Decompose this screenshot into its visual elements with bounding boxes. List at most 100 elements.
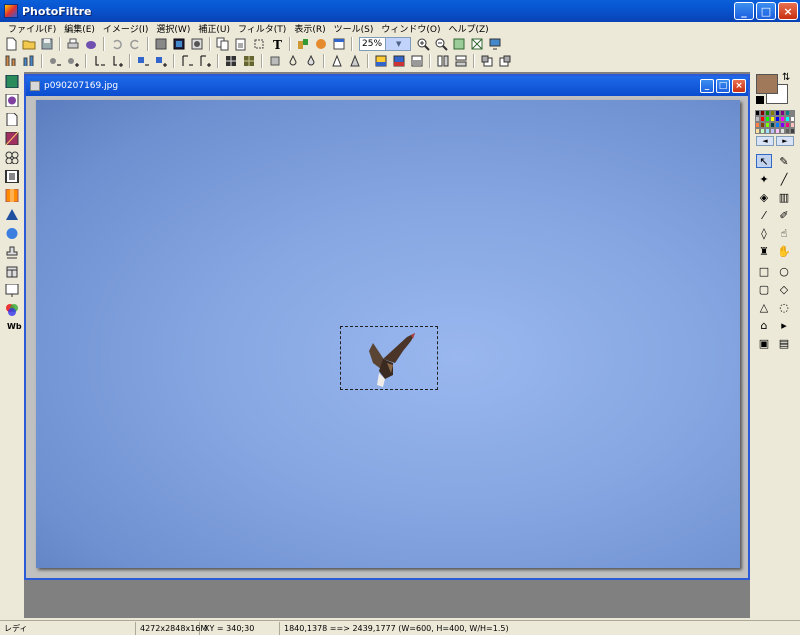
gamma-minus-icon[interactable] [180,54,194,68]
transparency-icon[interactable] [190,37,204,51]
sepia-picture-icon[interactable] [410,54,424,68]
document-titlebar[interactable]: p090207169.jpg _ □ × [26,76,748,96]
gamma-plus-icon[interactable] [198,54,212,68]
close-button[interactable]: × [778,2,798,20]
clone-stamp-icon[interactable]: ♜ [756,244,772,258]
zoom-out-icon[interactable] [434,37,448,51]
saturation-plus-icon[interactable] [154,54,168,68]
color-picker-icon[interactable]: ✎ [776,154,792,168]
photo-canvas[interactable] [36,100,740,568]
menu-filter[interactable]: フィルタ(T) [234,22,290,35]
scanner-icon[interactable] [84,37,98,51]
drop-filled-icon[interactable] [304,54,318,68]
zoom-in-icon[interactable] [416,37,430,51]
window-titlebar[interactable]: PhotoFiltre _ □ × [0,0,800,22]
fit-window-icon[interactable] [470,37,484,51]
maximize-button[interactable]: □ [756,2,776,20]
menu-selection[interactable]: 選択(W) [152,22,194,35]
color-wheel-icon[interactable] [5,303,19,316]
contrast-plus-icon[interactable] [110,54,124,68]
sharpen-more-icon[interactable] [348,54,362,68]
rounded-rectangle-icon[interactable]: ▢ [756,282,772,296]
default-colors-icon[interactable] [756,96,764,104]
color-picture-icon[interactable] [374,54,388,68]
text-icon[interactable]: T [270,37,284,51]
new-file-icon[interactable] [4,37,18,51]
document-maximize-button[interactable]: □ [716,79,730,93]
diamond-icon[interactable]: ◇ [776,282,792,296]
auto-contrast-icon[interactable] [22,54,36,68]
blur-drop-icon[interactable]: ◊ [756,226,772,240]
flip-horizontal-icon[interactable] [436,54,450,68]
crop-icon[interactable] [252,37,266,51]
finger-icon[interactable]: ☝ [776,226,792,240]
module-icon[interactable] [296,37,310,51]
orange-bar-icon[interactable] [5,188,19,203]
color-palette[interactable] [755,110,795,134]
rectangle-icon[interactable]: □ [756,264,772,278]
sharpen-icon[interactable] [330,54,344,68]
selection-marquee[interactable] [340,326,438,390]
stamp-icon[interactable] [5,246,19,259]
document-close-button[interactable]: × [732,79,746,93]
menu-help[interactable]: ヘルプ(Z) [444,22,492,35]
grid-dark-icon[interactable] [242,54,256,68]
sphere-icon[interactable] [5,227,19,240]
selection-arrow-icon[interactable]: ↖ [756,154,772,168]
lasso-icon[interactable]: ◌ [776,300,792,314]
triangle-shape-icon[interactable]: △ [756,300,772,314]
spray-icon[interactable]: ▥ [776,190,792,204]
rotate-right-icon[interactable] [498,54,512,68]
print-icon[interactable] [66,37,80,51]
open-selection-icon[interactable]: ▸ [776,318,792,332]
window-icon[interactable] [332,37,346,51]
undo-icon[interactable] [110,37,124,51]
rotate-left-icon[interactable] [480,54,494,68]
gray-square-icon[interactable] [154,37,168,51]
menu-adjust[interactable]: 補正(U) [194,22,234,35]
pattern-icon[interactable] [5,151,19,165]
paste-icon[interactable] [234,37,248,51]
layer-icon[interactable] [5,74,19,89]
polygon-icon[interactable]: ⌂ [756,318,772,332]
grid-icon[interactable] [224,54,238,68]
chevron-down-icon[interactable]: ▼ [384,37,410,50]
invert-selection-icon[interactable]: ▤ [776,336,792,350]
copy-icon[interactable] [216,37,230,51]
white-balance-label[interactable]: Wb [7,322,22,331]
menu-tools[interactable]: ツール(S) [330,22,378,35]
ellipse-icon[interactable]: ○ [776,264,792,278]
hand-icon[interactable]: ✋ [776,244,792,258]
contrast-minus-icon[interactable] [92,54,106,68]
minimize-button[interactable]: _ [734,2,754,20]
select-all-icon[interactable]: ▣ [756,336,772,350]
open-folder-icon[interactable] [22,37,36,51]
triangle-icon[interactable] [5,208,19,221]
palette-next-button[interactable]: ► [776,136,794,146]
redo-icon[interactable] [128,37,142,51]
brightness-plus-icon[interactable] [66,54,80,68]
flip-vertical-icon[interactable] [454,54,468,68]
palette-prev-button[interactable]: ◄ [756,136,774,146]
magic-wand-icon[interactable]: ✦ [756,172,772,186]
zoom-select[interactable]: 25% ▼ [359,36,411,51]
document-window[interactable]: p090207169.jpg _ □ × [24,74,750,580]
brush-icon[interactable]: ⁄ [756,208,772,222]
document-minimize-button[interactable]: _ [700,79,714,93]
menu-image[interactable]: イメージ(I) [99,22,153,35]
blur-icon[interactable] [268,54,282,68]
fill-bucket-icon[interactable]: ◈ [756,190,772,204]
foreground-color-swatch[interactable] [756,74,778,94]
line-icon[interactable]: ╱ [776,172,792,186]
gradient-icon[interactable] [5,131,19,146]
menu-view[interactable]: 表示(R) [290,22,329,35]
advanced-brush-icon[interactable]: ✐ [776,208,792,222]
menu-window[interactable]: ウィンドウ(O) [377,22,444,35]
plugin-icon[interactable] [314,37,328,51]
canvas-area[interactable] [26,96,748,578]
archive-icon[interactable] [5,265,19,278]
menu-edit[interactable]: 編集(E) [60,22,99,35]
saturation-minus-icon[interactable] [136,54,150,68]
grayscale-picture-icon[interactable] [392,54,406,68]
swap-colors-icon[interactable]: ⇅ [782,72,790,83]
